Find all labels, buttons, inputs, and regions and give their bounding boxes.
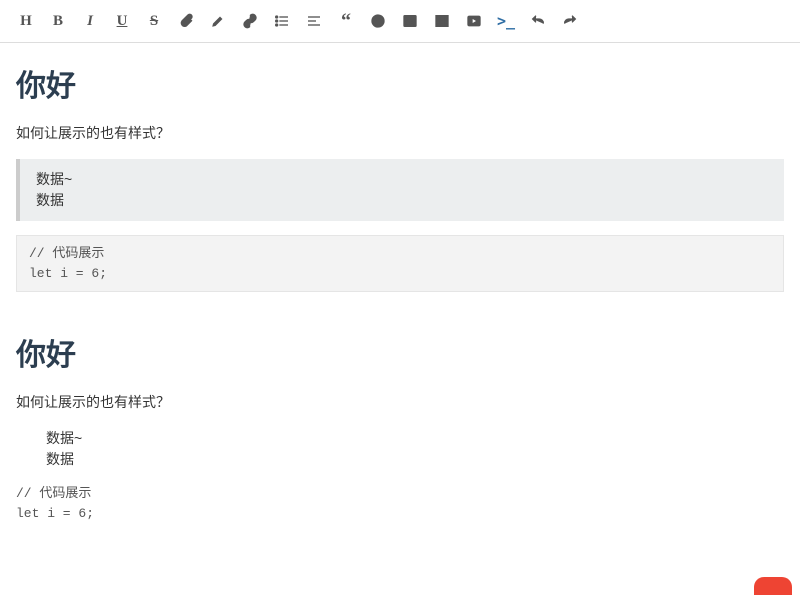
strikethrough-icon: S [150, 13, 158, 30]
redo-button[interactable] [554, 6, 586, 36]
code-line: // 代码展示 [16, 486, 91, 501]
clip-button[interactable] [170, 6, 202, 36]
strikethrough-button[interactable]: S [138, 6, 170, 36]
blockquote-line: 数据~ [46, 428, 784, 449]
bold-button[interactable]: B [42, 6, 74, 36]
editor-heading[interactable]: 你好 [16, 61, 784, 105]
terminal-icon: >_ [497, 12, 515, 30]
underline-button[interactable]: U [106, 6, 138, 36]
image-icon [402, 13, 418, 29]
video-button[interactable] [458, 6, 490, 36]
quote-button[interactable]: “ [330, 6, 362, 36]
blockquote-line: 数据 [36, 190, 768, 211]
highlight-icon [210, 13, 226, 29]
redo-icon [562, 13, 578, 29]
editor-toolbar: H B I U S “ >_ [0, 0, 800, 43]
blockquote-line: 数据 [46, 449, 784, 470]
emoji-icon [370, 13, 386, 29]
editor-pane[interactable]: 你好 如何让展示的也有样式？ 数据~ 数据 // 代码展示 let i = 6; [0, 43, 800, 312]
terminal-button[interactable]: >_ [490, 6, 522, 36]
table-icon [434, 13, 450, 29]
bold-icon: B [53, 13, 63, 30]
video-icon [466, 13, 482, 29]
preview-heading: 你好 [16, 330, 784, 374]
site-badge [754, 577, 792, 595]
underline-icon: U [117, 13, 128, 30]
undo-button[interactable] [522, 6, 554, 36]
preview-paragraph: 如何让展示的也有样式？ [16, 392, 784, 412]
table-button[interactable] [426, 6, 458, 36]
italic-icon: I [87, 13, 93, 30]
preview-blockquote: 数据~ 数据 [16, 428, 784, 470]
code-line: // 代码展示 [29, 246, 104, 261]
preview-codeblock: // 代码展示 let i = 6; [16, 484, 784, 523]
undo-icon [530, 13, 546, 29]
list-icon [274, 13, 290, 29]
link-icon [242, 13, 258, 29]
clip-icon [178, 13, 194, 29]
editor-blockquote[interactable]: 数据~ 数据 [16, 159, 784, 221]
editor-paragraph[interactable]: 如何让展示的也有样式？ [16, 123, 784, 143]
editor-codeblock[interactable]: // 代码展示 let i = 6; [16, 235, 784, 292]
highlight-button[interactable] [202, 6, 234, 36]
italic-button[interactable]: I [74, 6, 106, 36]
list-button[interactable] [266, 6, 298, 36]
heading-button[interactable]: H [10, 6, 42, 36]
align-button[interactable] [298, 6, 330, 36]
heading-icon: H [20, 13, 32, 30]
image-button[interactable] [394, 6, 426, 36]
preview-pane: 你好 如何让展示的也有样式？ 数据~ 数据 // 代码展示 let i = 6; [0, 312, 800, 533]
quote-icon: “ [341, 17, 351, 25]
align-icon [306, 13, 322, 29]
code-line: let i = 6; [29, 266, 107, 281]
code-line: let i = 6; [16, 506, 94, 521]
blockquote-line: 数据~ [36, 169, 768, 190]
emoji-button[interactable] [362, 6, 394, 36]
link-button[interactable] [234, 6, 266, 36]
